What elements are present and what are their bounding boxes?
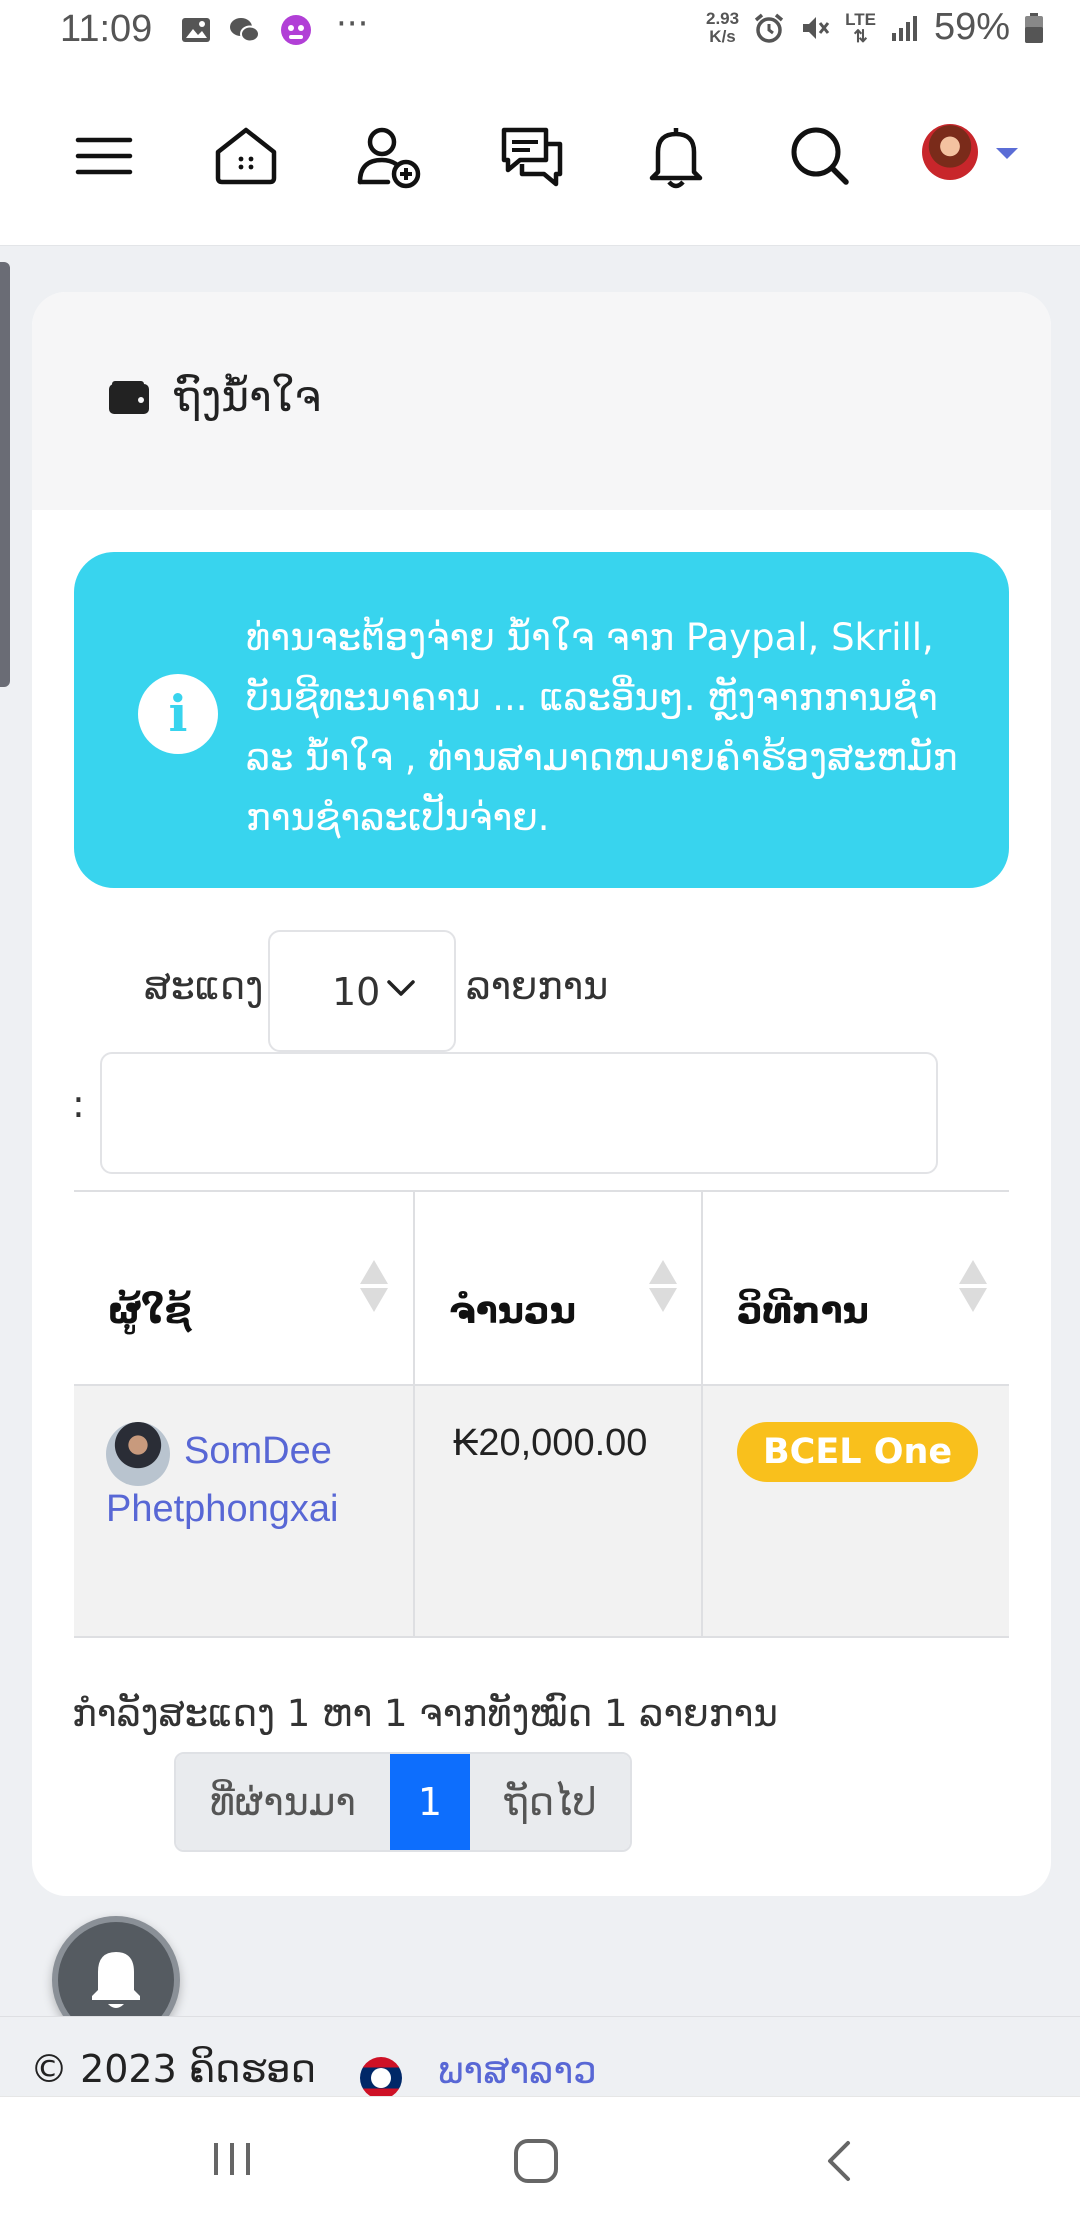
- page-length-select[interactable]: 10: [268, 930, 456, 1052]
- messages-icon[interactable]: [496, 120, 568, 192]
- info-icon: i: [138, 674, 218, 754]
- page-title: ຖົງນ້ຳໃຈ: [174, 372, 322, 421]
- alarm-icon: [754, 13, 784, 43]
- status-right-cluster: 2.93 K/s LTE ⇅ 59%: [706, 6, 1044, 49]
- network-type-label: LTE: [845, 9, 876, 29]
- table-row: SomDee Phetphongxai ₭20,000.00 BCEL One: [74, 1384, 1009, 1638]
- header-user-label: ຜູ້ໃຊ້: [108, 1290, 192, 1332]
- header-method[interactable]: ວິທີການ: [702, 1190, 1009, 1385]
- data-arrows-icon: ⇅: [853, 26, 868, 46]
- add-user-icon[interactable]: [352, 120, 424, 192]
- cell-method: BCEL One: [702, 1384, 1009, 1638]
- amount-value: ₭20,000.00: [453, 1422, 648, 1464]
- mute-icon: [803, 16, 830, 39]
- pagination: ທີ່ຜ່ານມາ 1 ຖັດໄປ: [174, 1752, 633, 1852]
- payment-method-badge: BCEL One: [737, 1422, 979, 1482]
- sort-icon: [360, 1260, 388, 1312]
- sort-icon: [959, 1260, 987, 1312]
- wallet-card: ຖົງນ້ຳໃຈ i ທ່ານຈະຕ້ອງຈ່າຍ ນໍ້າໃຈ ຈາກ Pay…: [32, 292, 1051, 1896]
- app-notification-icon: [281, 15, 311, 45]
- bell-icon: [92, 1952, 140, 2008]
- net-speed: 2.93 K/s: [705, 8, 740, 46]
- user-name-link[interactable]: SomDee Phetphongxai: [106, 1422, 396, 1538]
- status-time: 11:09: [60, 8, 153, 50]
- user-cell: SomDee Phetphongxai: [106, 1422, 413, 1622]
- gallery-notification-icon: [182, 18, 210, 42]
- donations-table: ຜູ້ໃຊ້ ຈໍານວນ ວິທີການ SomDee Phetphongxa…: [74, 1190, 1009, 1638]
- network-type: LTE ⇅: [845, 11, 876, 45]
- more-notifications: ···: [336, 4, 369, 44]
- home-icon[interactable]: [210, 120, 282, 192]
- sort-icon: [649, 1260, 677, 1312]
- pagination-page-1[interactable]: 1: [389, 1754, 471, 1850]
- top-navigation: [0, 66, 1080, 246]
- net-speed-value: 2.93: [705, 8, 740, 28]
- profile-dropdown-caret-icon[interactable]: [996, 148, 1018, 159]
- header-amount[interactable]: ຈໍານວນ: [414, 1190, 703, 1385]
- table-header-row: ຜູ້ໃຊ້ ຈໍານວນ ວິທີການ: [74, 1190, 1009, 1385]
- info-alert: i ທ່ານຈະຕ້ອງຈ່າຍ ນໍ້າໃຈ ຈາກ Paypal, Skri…: [74, 552, 1009, 888]
- pagination-previous[interactable]: ທີ່ຜ່ານມາ: [176, 1754, 390, 1850]
- net-speed-unit: K/s: [709, 26, 736, 46]
- pagination-next[interactable]: ຖັດໄປ: [470, 1754, 631, 1850]
- recent-apps-icon[interactable]: [210, 2139, 254, 2179]
- page-length-value: 10: [332, 970, 381, 1014]
- search-icon[interactable]: [784, 120, 856, 192]
- table-info: ກໍາລັງສະແດງ 1 ຫາ 1 ຈາກທັງໝົດ 1 ລາຍການ: [72, 1692, 778, 1735]
- system-navigation-bar: [0, 2096, 1080, 2220]
- search-label: :: [72, 1082, 85, 1126]
- bell-icon[interactable]: [640, 120, 712, 192]
- profile-avatar[interactable]: [922, 124, 978, 180]
- wechat-notification-icon: [230, 18, 260, 43]
- cell-amount: ₭20,000.00: [414, 1384, 703, 1638]
- header-amount-label: ຈໍານວນ: [449, 1290, 576, 1332]
- battery-percent: 59%: [933, 6, 1010, 48]
- status-bar: 11:09 ··· 2.93 K/s LTE ⇅ 59%: [0, 0, 1080, 66]
- card-header: ຖົງນ້ຳໃຈ: [32, 292, 1051, 510]
- signal-icon: [891, 15, 917, 41]
- language-link[interactable]: ພາສາລາວ: [438, 2049, 597, 2092]
- home-button-icon[interactable]: [512, 2139, 560, 2183]
- table-search-input[interactable]: [100, 1052, 938, 1174]
- battery-icon: [1025, 12, 1043, 43]
- footer: © 2023 ຄິດຮອດ ພາສາລາວ: [0, 2016, 1080, 2099]
- header-method-label: ວິທີການ: [737, 1290, 869, 1332]
- copyright-text: © 2023 ຄິດຮອດ: [30, 2047, 316, 2091]
- cell-user: SomDee Phetphongxai: [74, 1384, 415, 1638]
- back-icon[interactable]: [820, 2139, 860, 2183]
- header-user[interactable]: ຜູ້ໃຊ້: [74, 1190, 415, 1385]
- laos-flag-icon: [360, 2057, 402, 2099]
- page-length-label: ສະແດງ: [144, 964, 264, 1008]
- side-drawer-handle[interactable]: [0, 262, 10, 687]
- page-length-suffix: ລາຍການ: [466, 964, 609, 1008]
- menu-icon[interactable]: [68, 120, 140, 192]
- wallet-icon: [109, 381, 149, 414]
- info-alert-text: ທ່ານຈະຕ້ອງຈ່າຍ ນໍ້າໃຈ ຈາກ Paypal, Skrill…: [246, 616, 958, 839]
- chevron-down-icon: [387, 980, 415, 996]
